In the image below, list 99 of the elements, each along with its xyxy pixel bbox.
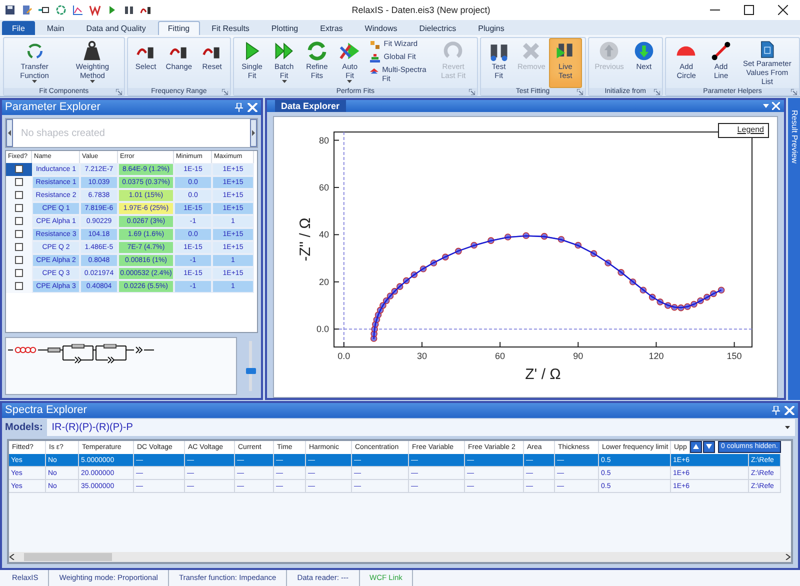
ribbon-tab[interactable]: Main xyxy=(36,20,74,35)
row-selector[interactable] xyxy=(6,162,32,176)
data-point xyxy=(442,254,449,260)
down-arrow-icon xyxy=(706,444,712,450)
refresh-icon xyxy=(306,40,328,62)
ribbon-tab[interactable]: Plotting xyxy=(261,20,308,35)
panel-title[interactable]: Data Explorer xyxy=(275,100,346,112)
y-tick-label: 80 xyxy=(318,135,329,146)
fixed-checkbox[interactable] xyxy=(15,204,23,212)
launcher-icon[interactable] xyxy=(576,88,583,95)
slider-thumb[interactable] xyxy=(246,368,256,374)
ribbon-tab[interactable]: Dielectrics xyxy=(409,20,466,35)
y-tick-label: 20 xyxy=(318,276,329,287)
pin-icon[interactable] xyxy=(235,102,243,112)
data-point xyxy=(420,265,427,272)
data-point xyxy=(590,250,598,257)
ribbon-tab[interactable]: File xyxy=(2,20,35,35)
row-selector[interactable] xyxy=(6,176,32,189)
close-icon[interactable] xyxy=(772,102,780,110)
y-tick-label: 0.0 xyxy=(316,324,329,334)
scroll-right-button[interactable] xyxy=(250,118,257,147)
disk-icon[interactable] xyxy=(4,4,16,16)
ribbon-tab[interactable]: Extras xyxy=(310,20,353,35)
horizontal-scrollbar[interactable] xyxy=(9,552,791,562)
x-tick-label: 0.0 xyxy=(338,350,350,361)
ribbon-tab[interactable]: Windows xyxy=(354,20,408,35)
launcher-icon[interactable] xyxy=(116,88,122,95)
fixed-checkbox[interactable] xyxy=(15,243,23,252)
row-selector[interactable] xyxy=(6,280,32,293)
data-point xyxy=(629,278,636,286)
down-arrow-circle-icon xyxy=(632,40,655,62)
connector-icon[interactable] xyxy=(38,4,50,16)
ribbon-tab[interactable]: Plugins xyxy=(468,20,514,35)
empty-shapes-text: No shapes created xyxy=(20,126,106,141)
pin-icon[interactable] xyxy=(772,406,780,415)
ring-icon[interactable] xyxy=(55,4,67,16)
dropdown-icon[interactable] xyxy=(763,104,769,108)
ribbon-tab[interactable]: Fitting xyxy=(158,20,200,35)
x-tick-label: 150 xyxy=(726,350,742,361)
caret-icon xyxy=(785,426,790,430)
panel-title: Parameter Explorer xyxy=(5,101,102,114)
data-point xyxy=(574,242,582,249)
model-dropdown[interactable]: IR-(R)(P)-(R)(P)-P xyxy=(46,419,795,436)
fixed-checkbox[interactable] xyxy=(15,230,23,238)
y-tick-label: 60 xyxy=(318,182,329,192)
ribbon-tab[interactable]: Data and Quality xyxy=(76,20,156,35)
fixed-checkbox[interactable] xyxy=(15,269,23,278)
data-point xyxy=(558,236,565,243)
data-point xyxy=(522,232,530,239)
x-tick-label: 30 xyxy=(416,350,427,361)
left-arrow-icon xyxy=(8,130,11,136)
notepad-icon[interactable] xyxy=(21,4,33,16)
launcher-icon[interactable] xyxy=(654,88,660,95)
data-point xyxy=(430,259,438,266)
x-tick-label: 60 xyxy=(495,350,506,361)
data-point xyxy=(504,233,512,240)
binoculars-icon[interactable] xyxy=(123,4,135,16)
window-title: RelaxIS - Daten.eis3 (New project) xyxy=(350,5,492,15)
y-tick-label: 40 xyxy=(318,230,329,240)
curve-bar-icon[interactable] xyxy=(140,4,152,16)
x-axis-title: Z' / Ω xyxy=(525,366,561,383)
legend: Legend xyxy=(718,122,769,138)
close-icon xyxy=(778,5,788,15)
pyramid-icon xyxy=(368,52,381,64)
chart-icon[interactable] xyxy=(72,4,84,16)
fixed-checkbox[interactable] xyxy=(15,165,23,174)
launcher-icon[interactable] xyxy=(790,88,797,95)
data-point xyxy=(470,242,478,249)
launcher-icon[interactable] xyxy=(222,88,228,95)
right-arrow-icon xyxy=(252,130,255,136)
line-segment-icon xyxy=(710,40,732,62)
fixed-checkbox[interactable] xyxy=(15,217,23,226)
data-point xyxy=(455,248,462,254)
fixed-checkbox[interactable] xyxy=(15,282,23,290)
y-axis-title: -Z'' / Ω xyxy=(297,218,314,262)
x-tick-label: 90 xyxy=(573,350,584,361)
move-down-button[interactable] xyxy=(703,440,715,453)
data-point xyxy=(540,232,548,240)
close-icon[interactable] xyxy=(784,406,795,415)
data-point xyxy=(488,237,494,244)
up-arrow-icon xyxy=(693,444,699,450)
fixed-checkbox[interactable] xyxy=(15,191,23,200)
x-tick-label: 120 xyxy=(648,350,664,361)
maximize-icon xyxy=(744,5,754,15)
scroll-left-button[interactable] xyxy=(6,118,13,147)
side-tab[interactable]: Result Preview xyxy=(788,98,800,400)
data-point xyxy=(604,259,612,266)
zigzag-icon[interactable] xyxy=(89,4,101,16)
fixed-checkbox[interactable] xyxy=(15,178,23,186)
data-point xyxy=(640,286,647,294)
ribbon-tab[interactable]: Fit Results xyxy=(202,20,260,35)
up-arrow-circle-icon xyxy=(598,40,620,62)
close-icon[interactable] xyxy=(247,102,258,112)
fixed-checkbox[interactable] xyxy=(15,256,23,264)
panel-title: Spectra Explorer xyxy=(5,404,88,416)
launcher-icon[interactable] xyxy=(468,88,475,95)
models-label: Models: xyxy=(5,422,43,434)
data-point xyxy=(618,268,624,276)
move-up-button[interactable] xyxy=(690,440,702,453)
